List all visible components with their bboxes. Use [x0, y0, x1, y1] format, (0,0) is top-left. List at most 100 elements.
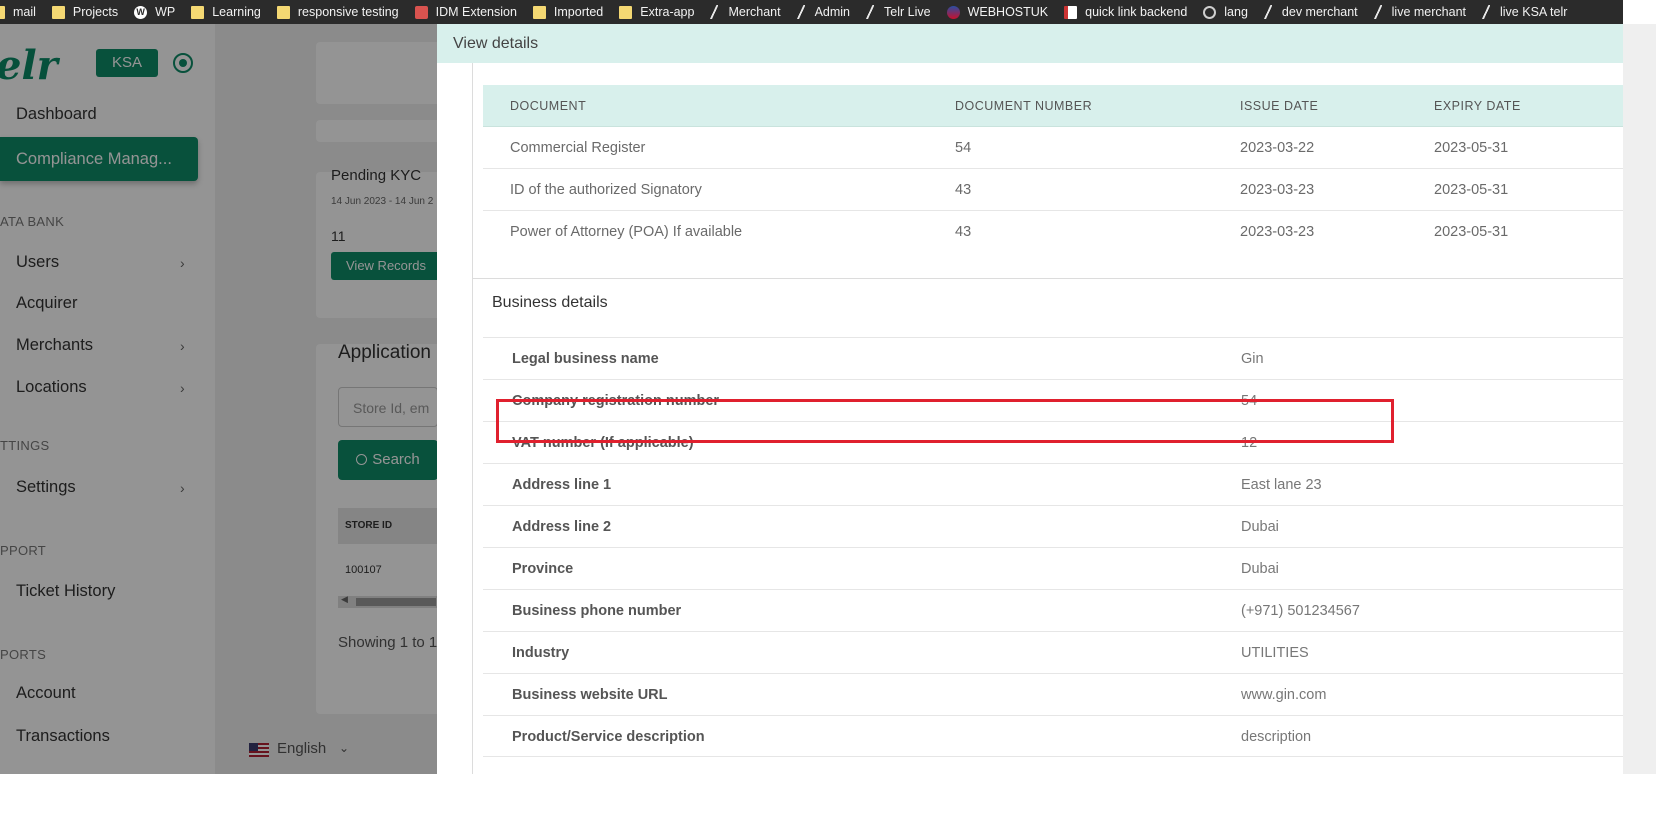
folder-icon — [619, 5, 633, 19]
document-number: 54 — [955, 140, 972, 156]
documents-table-header: DOCUMENT DOCUMENT NUMBER ISSUE DATE EXPI… — [483, 85, 1623, 127]
detail-row-address-line-2: Address line 2 Dubai — [483, 505, 1623, 547]
bookmark-label: responsive testing — [297, 5, 399, 19]
idm-icon — [414, 5, 428, 19]
detail-row-product-service-description: Product/Service description description — [483, 715, 1623, 757]
detail-label: Business website URL — [512, 687, 668, 703]
detail-value: Dubai — [1241, 561, 1279, 577]
bookmark-webhostuk[interactable]: WEBHOSTUK — [946, 0, 1049, 24]
bookmark-label: Merchant — [728, 5, 781, 19]
folder-icon — [191, 5, 205, 19]
document-name: Power of Attorney (POA) If available — [510, 224, 743, 240]
detail-row-business-phone-number: Business phone number (+971) 501234567 — [483, 589, 1623, 631]
slash-icon — [866, 5, 875, 19]
bookmark-label: quick link backend — [1085, 5, 1188, 19]
bookmark-lang[interactable]: lang — [1203, 0, 1248, 24]
detail-label: Industry — [512, 645, 570, 661]
folder-icon — [0, 5, 5, 19]
issue-date: 2023-03-23 — [1240, 182, 1315, 198]
bookmark-label: live KSA telr — [1500, 5, 1568, 19]
folder-icon — [51, 5, 65, 19]
column-header-document-number: DOCUMENT NUMBER — [955, 99, 1093, 113]
bookmark-live-merchant[interactable]: live merchant — [1373, 0, 1466, 24]
file-icon — [1064, 5, 1078, 19]
bookmark-label: Admin — [814, 5, 851, 19]
bookmark-label: lang — [1224, 5, 1248, 19]
detail-value: description — [1241, 729, 1312, 745]
column-header-expiry-date: EXPIRY DATE — [1434, 99, 1521, 113]
bookmark-responsive-testing[interactable]: responsive testing — [276, 0, 399, 24]
folder-icon — [532, 5, 546, 19]
bookmark-merchant[interactable]: Merchant — [710, 0, 781, 24]
detail-row-legal-business-name: Legal business name Gin — [483, 337, 1623, 379]
business-details-title: Business details — [492, 294, 608, 311]
detail-value: Gin — [1241, 351, 1264, 367]
detail-row-industry: Industry UTILITIES — [483, 631, 1623, 673]
drawer-title: View details — [437, 24, 1623, 63]
folder-icon — [276, 5, 290, 19]
table-row: ID of the authorized Signatory 43 2023-0… — [483, 169, 1623, 211]
detail-label: Province — [512, 561, 574, 577]
bookmark-label: Imported — [553, 5, 604, 19]
table-row: Power of Attorney (POA) If available 43 … — [483, 211, 1623, 253]
document-number: 43 — [955, 182, 972, 198]
detail-value: Dubai — [1241, 519, 1279, 535]
bookmark-live-ksa-telr[interactable]: live KSA telr — [1482, 0, 1567, 24]
bookmark-quick-link-backend[interactable]: quick link backend — [1064, 0, 1187, 24]
bookmark-learning[interactable]: Learning — [191, 0, 261, 24]
bookmark-projects[interactable]: Projects — [51, 0, 119, 24]
detail-value: (+971) 501234567 — [1241, 603, 1360, 619]
document-name: Commercial Register — [510, 140, 646, 156]
document-number: 43 — [955, 224, 972, 240]
bookmark-label: Projects — [72, 5, 119, 19]
flag-icon — [946, 5, 960, 19]
bookmark-admin[interactable]: Admin — [796, 0, 851, 24]
panel-divider — [472, 63, 473, 774]
bookmark-label: WP — [155, 5, 176, 19]
bookmark-label: Learning — [212, 5, 261, 19]
issue-date: 2023-03-23 — [1240, 224, 1315, 240]
slash-icon — [796, 5, 805, 19]
vat-highlight-annotation — [496, 399, 1394, 443]
expiry-date: 2023-05-31 — [1434, 224, 1509, 240]
bookmark-label: live merchant — [1391, 5, 1466, 19]
expiry-date: 2023-05-31 — [1434, 140, 1509, 156]
wordpress-icon: W — [134, 5, 148, 19]
issue-date: 2023-03-22 — [1240, 140, 1315, 156]
bookmark-label: Extra-app — [640, 5, 695, 19]
bookmark-imported[interactable]: Imported — [532, 0, 604, 24]
bookmark-label: Telr Live — [884, 5, 931, 19]
slash-icon — [1373, 5, 1382, 19]
detail-row-business-website-url: Business website URL www.gin.com — [483, 673, 1623, 715]
detail-label: Business phone number — [512, 603, 682, 619]
bookmark-extra-app[interactable]: Extra-app — [619, 0, 694, 24]
detail-label: Address line 2 — [512, 519, 612, 535]
detail-label: Product/Service description — [512, 729, 705, 745]
detail-row-province: Province Dubai — [483, 547, 1623, 589]
bookmark-label: mail — [13, 5, 36, 19]
bookmark-wp[interactable]: W WP — [134, 0, 175, 24]
bookmark-label: WEBHOSTUK — [967, 5, 1049, 19]
table-row: Commercial Register 54 2023-03-22 2023-0… — [483, 127, 1623, 169]
detail-row-address-line-1: Address line 1 East lane 23 — [483, 463, 1623, 505]
expiry-date: 2023-05-31 — [1434, 182, 1509, 198]
bookmark-idm-extension[interactable]: IDM Extension — [414, 0, 517, 24]
bookmark-dev-merchant[interactable]: dev merchant — [1263, 0, 1358, 24]
bookmark-mail[interactable]: mail — [0, 0, 36, 24]
column-header-issue-date: ISSUE DATE — [1240, 99, 1319, 113]
bookmark-label: dev merchant — [1281, 5, 1358, 19]
detail-label: Address line 1 — [512, 477, 612, 493]
detail-value: www.gin.com — [1241, 687, 1327, 703]
section-divider — [473, 278, 1623, 279]
detail-value: East lane 23 — [1241, 477, 1322, 493]
slash-icon — [1263, 5, 1272, 19]
bookmarks-bar: mail Projects W WP Learning responsive te… — [0, 0, 1623, 24]
slash-icon — [1482, 5, 1490, 19]
modal-overlay[interactable] — [0, 24, 437, 774]
bookmark-telr-live[interactable]: Telr Live — [866, 0, 931, 24]
detail-value: UTILITIES — [1241, 645, 1309, 661]
bookmark-label: IDM Extension — [435, 5, 517, 19]
detail-label: Legal business name — [512, 351, 659, 367]
column-header-document: DOCUMENT — [510, 99, 587, 113]
slash-icon — [710, 5, 719, 19]
